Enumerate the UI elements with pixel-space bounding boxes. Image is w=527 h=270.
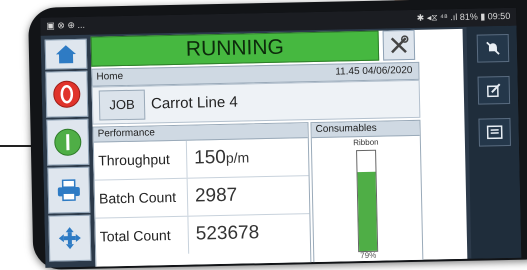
app: RUNNING Home 11.45 04/06/2020 JOB Carrot… bbox=[40, 25, 522, 268]
home-icon bbox=[55, 45, 76, 64]
start-button[interactable] bbox=[46, 118, 90, 166]
stop-icon bbox=[53, 80, 81, 108]
tools-icon bbox=[390, 35, 409, 54]
job-button[interactable]: JOB bbox=[98, 89, 146, 121]
page-title: Home bbox=[96, 71, 124, 83]
print-icon bbox=[57, 179, 80, 202]
job-row: JOB Carrot Line 4 bbox=[91, 79, 421, 125]
batch-count-value: 2987 bbox=[194, 184, 238, 207]
right-toolbar bbox=[466, 25, 522, 259]
status-left-icons: ▣ ⊗ ⊕ ... bbox=[46, 19, 86, 31]
edit-icon bbox=[486, 83, 501, 98]
stop-button[interactable] bbox=[45, 70, 89, 118]
ribbon-label: Ribbon bbox=[353, 137, 379, 148]
screen: ▣ ⊗ ⊕ ... ✱ ◂⧖ ⁴⁸ .ıl 81% ▮ 09:50 RUNNIN… bbox=[40, 7, 522, 268]
job-name: Carrot Line 4 bbox=[150, 93, 238, 113]
status-right-info: ✱ ◂⧖ ⁴⁸ .ıl 81% ▮ 09:50 bbox=[416, 10, 511, 23]
ribbon-gauge[interactable] bbox=[356, 149, 379, 253]
throughput-label: Throughput bbox=[98, 151, 170, 169]
mute-alarm-icon bbox=[486, 41, 500, 55]
throughput-value: 150p/m bbox=[193, 146, 250, 169]
tools-button[interactable] bbox=[382, 29, 416, 61]
consumables-panel: Consumables Ribbon 79% bbox=[310, 119, 424, 265]
move-icon bbox=[58, 227, 81, 250]
print-button[interactable] bbox=[47, 166, 91, 214]
start-icon bbox=[54, 128, 82, 156]
total-count-label: Total Count bbox=[99, 227, 171, 245]
total-count-value: 523678 bbox=[195, 222, 260, 245]
keyboard-button[interactable] bbox=[478, 117, 511, 147]
batch-count-label: Batch Count bbox=[98, 188, 177, 207]
total-count-row: Total Count 523678 bbox=[95, 214, 310, 255]
move-button[interactable] bbox=[48, 214, 92, 262]
keyboard-icon bbox=[486, 125, 503, 140]
consumables-title: Consumables bbox=[311, 120, 420, 139]
ribbon-gauge-fill bbox=[357, 171, 378, 252]
datetime: 11.45 04/06/2020 bbox=[335, 64, 413, 78]
throughput-row: Throughput 150p/m bbox=[93, 138, 309, 181]
main-panel: RUNNING Home 11.45 04/06/2020 JOB Carrot… bbox=[90, 28, 468, 268]
home-button[interactable] bbox=[44, 38, 88, 70]
performance-panel: Performance Throughput 150p/m Batch Coun… bbox=[92, 122, 312, 268]
edit-button[interactable] bbox=[477, 75, 511, 105]
throughput-unit: p/m bbox=[225, 149, 250, 166]
sidebar bbox=[43, 37, 92, 268]
mute-alarm-button[interactable] bbox=[476, 33, 510, 63]
phone-frame: ▣ ⊗ ⊕ ... ✱ ◂⧖ ⁴⁸ .ıl 81% ▮ 09:50 RUNNIN… bbox=[28, 0, 527, 270]
ribbon-percent: 79% bbox=[360, 250, 377, 261]
running-status: RUNNING bbox=[90, 30, 380, 67]
batch-count-row: Batch Count 2987 bbox=[94, 176, 310, 219]
